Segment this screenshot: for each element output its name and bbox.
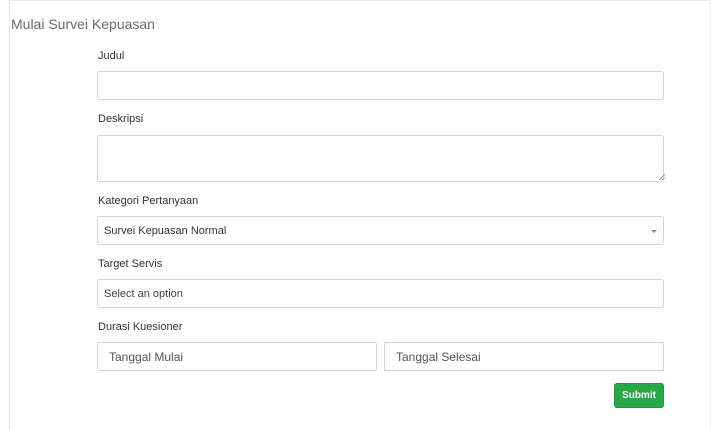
target-select[interactable]: Select an option <box>97 279 664 308</box>
submit-button[interactable]: Submit <box>614 383 664 408</box>
judul-input[interactable] <box>97 71 664 100</box>
resize-handle-icon[interactable] <box>658 173 665 180</box>
target-placeholder: Select an option <box>104 287 183 300</box>
deskripsi-label: Deskripsi <box>98 113 144 125</box>
chevron-down-icon <box>651 230 657 233</box>
kategori-label: Kategori Pertanyaan <box>98 195 199 207</box>
target-label: Target Servis <box>98 258 163 270</box>
judul-label: Judul <box>98 50 125 62</box>
survey-card: Mulai Survei Kepuasan Judul Deskripsi Ka… <box>9 0 711 430</box>
page-title: Mulai Survei Kepuasan <box>11 16 155 32</box>
kategori-select[interactable]: Survei Kepuasan Normal <box>97 216 664 245</box>
tanggal-mulai-input[interactable] <box>97 342 377 371</box>
deskripsi-textarea[interactable] <box>97 135 664 182</box>
durasi-label: Durasi Kuesioner <box>98 321 183 333</box>
tanggal-selesai-input[interactable] <box>384 342 664 371</box>
kategori-selected-value: Survei Kepuasan Normal <box>104 224 227 237</box>
